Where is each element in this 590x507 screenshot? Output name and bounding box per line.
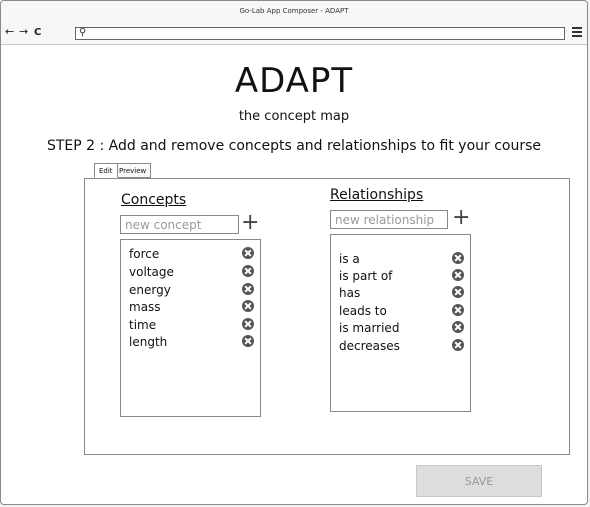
new-concept-input[interactable] xyxy=(120,215,239,234)
back-arrow-icon[interactable]: ← xyxy=(5,24,14,40)
search-icon: ⚲ xyxy=(79,27,87,38)
reload-icon[interactable]: C xyxy=(34,25,41,41)
hamburger-menu-icon[interactable] xyxy=(572,25,582,37)
relationships-list: is a is part of has leads to is married … xyxy=(330,234,471,412)
new-relationship-input[interactable] xyxy=(330,210,448,229)
relationships-title: Relationships xyxy=(330,187,424,203)
relationship-item: has xyxy=(339,286,361,300)
browser-window: Go-Lab App Composer - ADAPT ← → C ⚲ ADAP… xyxy=(0,0,588,505)
relationship-item: decreases xyxy=(339,339,400,353)
browser-toolbar: ← → C ⚲ xyxy=(1,21,587,45)
window-title: Go-Lab App Composer - ADAPT xyxy=(1,1,587,22)
concept-item: length xyxy=(129,335,168,349)
concept-item: time xyxy=(129,318,157,332)
add-concept-button[interactable]: + xyxy=(241,212,259,234)
concept-item: force xyxy=(129,247,160,261)
step-heading: STEP 2 : Add and remove concepts and rel… xyxy=(46,138,542,154)
remove-circle-icon[interactable] xyxy=(242,283,254,295)
app-subtitle: the concept map xyxy=(238,109,350,124)
concepts-list: force voltage energy mass time length xyxy=(120,239,261,417)
remove-circle-icon[interactable] xyxy=(452,286,464,298)
remove-circle-icon[interactable] xyxy=(242,318,254,330)
relationship-item: is part of xyxy=(339,269,393,283)
forward-arrow-icon[interactable]: → xyxy=(19,24,28,40)
remove-circle-icon[interactable] xyxy=(452,304,464,316)
concept-item: energy xyxy=(129,283,171,297)
remove-circle-icon[interactable] xyxy=(242,265,254,277)
add-relationship-button[interactable]: + xyxy=(452,207,470,229)
remove-circle-icon[interactable] xyxy=(452,252,464,264)
remove-circle-icon[interactable] xyxy=(242,247,254,259)
app-title: ADAPT xyxy=(234,61,354,101)
remove-circle-icon[interactable] xyxy=(242,335,254,347)
url-input[interactable] xyxy=(90,28,560,39)
address-bar[interactable]: ⚲ xyxy=(75,27,565,40)
concepts-title: Concepts xyxy=(121,192,187,208)
tab-edit[interactable]: Edit xyxy=(94,163,118,178)
remove-circle-icon[interactable] xyxy=(452,339,464,351)
remove-circle-icon[interactable] xyxy=(242,300,254,312)
concept-item: voltage xyxy=(129,265,174,279)
remove-circle-icon[interactable] xyxy=(452,321,464,333)
concept-item: mass xyxy=(129,300,161,314)
remove-circle-icon[interactable] xyxy=(452,269,464,281)
relationship-item: is married xyxy=(339,321,400,335)
relationship-item: leads to xyxy=(339,304,387,318)
tab-preview[interactable]: Preview xyxy=(114,163,152,178)
relationship-item: is a xyxy=(339,252,360,266)
save-button[interactable]: SAVE xyxy=(416,465,542,497)
